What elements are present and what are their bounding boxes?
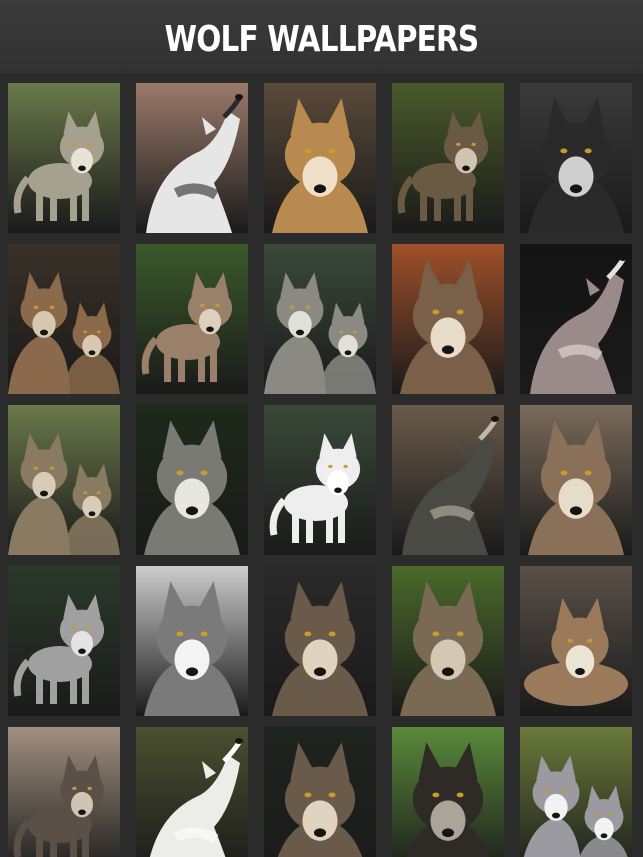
wallpaper-thumbnail[interactable]: wolf-12 — [136, 405, 248, 555]
wolf-image: wolf-12 — [136, 405, 248, 555]
wolf-image: wolf-22 — [136, 727, 248, 857]
wolf-image: wolf-16 — [8, 566, 120, 716]
wallpaper-thumbnail[interactable]: wolf-9 — [392, 244, 504, 394]
wallpaper-thumbnail[interactable]: wolf-7 — [136, 244, 248, 394]
wolf-image: wolf-11 — [8, 405, 120, 555]
app-header: WOLF WALLPAPERS — [0, 0, 643, 75]
wolf-image: wolf-13 — [264, 405, 376, 555]
wallpaper-thumbnail[interactable]: wolf-23 — [264, 727, 376, 857]
wallpaper-thumbnail[interactable]: wolf-3 — [264, 83, 376, 233]
wallpaper-thumbnail[interactable]: wolf-15 — [520, 405, 632, 555]
wallpaper-grid: wolf-1wolf-2wolf-3wolf-4wolf-5wolf-6wolf… — [0, 75, 643, 857]
wolf-image: wolf-17 — [136, 566, 248, 716]
wolf-image: wolf-6 — [8, 244, 120, 394]
wolf-image: wolf-7 — [136, 244, 248, 394]
wolf-image: wolf-3 — [264, 83, 376, 233]
wallpaper-thumbnail[interactable]: wolf-1 — [8, 83, 120, 233]
wallpaper-thumbnail[interactable]: wolf-17 — [136, 566, 248, 716]
wallpaper-thumbnail[interactable]: wolf-16 — [8, 566, 120, 716]
wallpaper-thumbnail[interactable]: wolf-22 — [136, 727, 248, 857]
wallpaper-thumbnail[interactable]: wolf-6 — [8, 244, 120, 394]
wallpaper-thumbnail[interactable]: wolf-8 — [264, 244, 376, 394]
wallpaper-thumbnail[interactable]: wolf-20 — [520, 566, 632, 716]
wallpaper-thumbnail[interactable]: wolf-18 — [264, 566, 376, 716]
wolf-image: wolf-23 — [264, 727, 376, 857]
wolf-image: wolf-20 — [520, 566, 632, 716]
wallpaper-thumbnail[interactable]: wolf-4 — [392, 83, 504, 233]
wallpaper-thumbnail[interactable]: wolf-24 — [392, 727, 504, 857]
wallpaper-thumbnail[interactable]: wolf-5 — [520, 83, 632, 233]
wallpaper-thumbnail[interactable]: wolf-14 — [392, 405, 504, 555]
wolf-image: wolf-5 — [520, 83, 632, 233]
wolf-image: wolf-21 — [8, 727, 120, 857]
wolf-image: wolf-2 — [136, 83, 248, 233]
wolf-image: wolf-25 — [520, 727, 632, 857]
wolf-image: wolf-19 — [392, 566, 504, 716]
wallpaper-thumbnail[interactable]: wolf-21 — [8, 727, 120, 857]
wallpaper-thumbnail[interactable]: wolf-13 — [264, 405, 376, 555]
wallpaper-thumbnail[interactable]: wolf-2 — [136, 83, 248, 233]
wolf-image: wolf-9 — [392, 244, 504, 394]
wolf-image: wolf-24 — [392, 727, 504, 857]
wallpaper-thumbnail[interactable]: wolf-25 — [520, 727, 632, 857]
wallpaper-thumbnail[interactable]: wolf-11 — [8, 405, 120, 555]
wallpaper-thumbnail[interactable]: wolf-10 — [520, 244, 632, 394]
wolf-image: wolf-1 — [8, 83, 120, 233]
app-title: WOLF WALLPAPERS — [164, 18, 480, 60]
wolf-image: wolf-14 — [392, 405, 504, 555]
wolf-image: wolf-18 — [264, 566, 376, 716]
wallpaper-thumbnail[interactable]: wolf-19 — [392, 566, 504, 716]
wolf-image: wolf-8 — [264, 244, 376, 394]
wolf-image: wolf-4 — [392, 83, 504, 233]
wolf-image: wolf-15 — [520, 405, 632, 555]
wolf-image: wolf-10 — [520, 244, 632, 394]
